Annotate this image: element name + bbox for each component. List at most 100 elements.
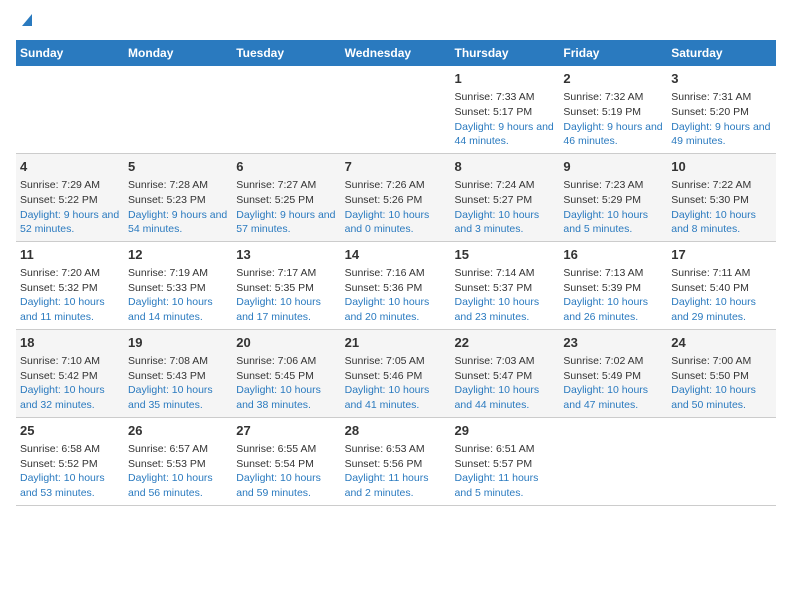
calendar-cell: 22Sunrise: 7:03 AMSunset: 5:47 PMDayligh… <box>451 329 560 417</box>
calendar-cell: 13 Sunrise: 7:17 AMSunset: 5:35 PMDayligh… <box>232 241 340 329</box>
day-info: Sunrise: 7:02 AMSunset: 5:49 PMDaylight:… <box>563 354 663 413</box>
calendar-cell: 3 Sunrise: 7:31 AMSunset: 5:20 PMDaylight… <box>667 66 776 153</box>
calendar-cell: 8 Sunrise: 7:24 AMSunset: 5:27 PMDaylight… <box>451 153 560 241</box>
column-header-saturday: Saturday <box>667 40 776 66</box>
calendar-cell: 1Sunrise: 7:33 AMSunset: 5:17 PMDaylight… <box>451 66 560 153</box>
day-info: Sunrise: 7:26 AMSunset: 5:26 PMDaylight:… <box>345 178 447 237</box>
day-info: Sunrise: 6:57 AMSunset: 5:53 PMDaylight:… <box>128 442 228 501</box>
calendar-cell <box>341 66 451 153</box>
calendar-cell: 26 Sunrise: 6:57 AMSunset: 5:53 PMDayligh… <box>124 417 232 505</box>
day-number: 20 <box>236 334 336 352</box>
column-header-tuesday: Tuesday <box>232 40 340 66</box>
logo <box>16 16 34 28</box>
day-number: 13 <box>236 246 336 264</box>
column-header-thursday: Thursday <box>451 40 560 66</box>
day-info: Sunrise: 6:53 AMSunset: 5:56 PMDaylight:… <box>345 442 447 501</box>
day-info: Sunrise: 7:10 AMSunset: 5:42 PMDaylight:… <box>20 354 120 413</box>
day-number: 25 <box>20 422 120 440</box>
day-number: 3 <box>671 70 772 88</box>
calendar-cell: 17 Sunrise: 7:11 AMSunset: 5:40 PMDayligh… <box>667 241 776 329</box>
day-number: 14 <box>345 246 447 264</box>
day-number: 7 <box>345 158 447 176</box>
day-number: 19 <box>128 334 228 352</box>
logo-triangle-icon <box>18 12 34 28</box>
day-number: 10 <box>671 158 772 176</box>
day-number: 23 <box>563 334 663 352</box>
calendar-week-row: 18 Sunrise: 7:10 AMSunset: 5:42 PMDayligh… <box>16 329 776 417</box>
day-number: 21 <box>345 334 447 352</box>
calendar-cell: 14 Sunrise: 7:16 AMSunset: 5:36 PMDayligh… <box>341 241 451 329</box>
calendar-cell <box>124 66 232 153</box>
calendar-cell: 21 Sunrise: 7:05 AMSunset: 5:46 PMDayligh… <box>341 329 451 417</box>
column-header-sunday: Sunday <box>16 40 124 66</box>
day-info: Sunrise: 7:32 AMSunset: 5:19 PMDaylight:… <box>563 90 663 149</box>
day-number: 5 <box>128 158 228 176</box>
calendar-cell: 6 Sunrise: 7:27 AMSunset: 5:25 PMDaylight… <box>232 153 340 241</box>
calendar-cell: 4 Sunrise: 7:29 AMSunset: 5:22 PMDaylight… <box>16 153 124 241</box>
day-number: 29 <box>455 422 556 440</box>
calendar-table: SundayMondayTuesdayWednesdayThursdayFrid… <box>16 40 776 506</box>
calendar-cell: 11 Sunrise: 7:20 AMSunset: 5:32 PMDayligh… <box>16 241 124 329</box>
column-header-wednesday: Wednesday <box>341 40 451 66</box>
calendar-cell: 29 Sunrise: 6:51 AMSunset: 5:57 PMDayligh… <box>451 417 560 505</box>
day-number: 4 <box>20 158 120 176</box>
calendar-cell: 28 Sunrise: 6:53 AMSunset: 5:56 PMDayligh… <box>341 417 451 505</box>
day-number: 15 <box>455 246 556 264</box>
day-number: 11 <box>20 246 120 264</box>
calendar-cell: 25 Sunrise: 6:58 AMSunset: 5:52 PMDayligh… <box>16 417 124 505</box>
day-number: 26 <box>128 422 228 440</box>
calendar-week-row: 4 Sunrise: 7:29 AMSunset: 5:22 PMDaylight… <box>16 153 776 241</box>
calendar-cell <box>559 417 667 505</box>
calendar-cell: 18 Sunrise: 7:10 AMSunset: 5:42 PMDayligh… <box>16 329 124 417</box>
day-number: 2 <box>563 70 663 88</box>
day-number: 8 <box>455 158 556 176</box>
day-info: Sunrise: 6:51 AMSunset: 5:57 PMDaylight:… <box>455 442 556 501</box>
calendar-cell <box>232 66 340 153</box>
calendar-cell: 19 Sunrise: 7:08 AMSunset: 5:43 PMDayligh… <box>124 329 232 417</box>
day-info: Sunrise: 7:08 AMSunset: 5:43 PMDaylight:… <box>128 354 228 413</box>
calendar-cell: 10Sunrise: 7:22 AMSunset: 5:30 PMDayligh… <box>667 153 776 241</box>
day-info: Sunrise: 7:31 AMSunset: 5:20 PMDaylight:… <box>671 90 772 149</box>
calendar-week-row: 11 Sunrise: 7:20 AMSunset: 5:32 PMDayligh… <box>16 241 776 329</box>
calendar-cell: 23 Sunrise: 7:02 AMSunset: 5:49 PMDayligh… <box>559 329 667 417</box>
day-number: 6 <box>236 158 336 176</box>
day-info: Sunrise: 7:28 AMSunset: 5:23 PMDaylight:… <box>128 178 228 237</box>
day-number: 27 <box>236 422 336 440</box>
calendar-cell: 9 Sunrise: 7:23 AMSunset: 5:29 PMDaylight… <box>559 153 667 241</box>
day-info: Sunrise: 7:11 AMSunset: 5:40 PMDaylight:… <box>671 266 772 325</box>
day-number: 17 <box>671 246 772 264</box>
day-info: Sunrise: 7:17 AMSunset: 5:35 PMDaylight:… <box>236 266 336 325</box>
day-info: Sunrise: 6:58 AMSunset: 5:52 PMDaylight:… <box>20 442 120 501</box>
day-info: Sunrise: 7:16 AMSunset: 5:36 PMDaylight:… <box>345 266 447 325</box>
day-info: Sunrise: 7:27 AMSunset: 5:25 PMDaylight:… <box>236 178 336 237</box>
calendar-week-row: 25 Sunrise: 6:58 AMSunset: 5:52 PMDayligh… <box>16 417 776 505</box>
column-header-monday: Monday <box>124 40 232 66</box>
day-info: Sunrise: 7:29 AMSunset: 5:22 PMDaylight:… <box>20 178 120 237</box>
day-info: Sunrise: 7:13 AMSunset: 5:39 PMDaylight:… <box>563 266 663 325</box>
day-number: 18 <box>20 334 120 352</box>
calendar-cell: 27Sunrise: 6:55 AMSunset: 5:54 PMDayligh… <box>232 417 340 505</box>
day-info: Sunrise: 7:20 AMSunset: 5:32 PMDaylight:… <box>20 266 120 325</box>
day-info: Sunrise: 7:23 AMSunset: 5:29 PMDaylight:… <box>563 178 663 237</box>
page-header <box>16 16 776 28</box>
calendar-cell: 5 Sunrise: 7:28 AMSunset: 5:23 PMDaylight… <box>124 153 232 241</box>
calendar-cell <box>667 417 776 505</box>
day-number: 16 <box>563 246 663 264</box>
calendar-header-row: SundayMondayTuesdayWednesdayThursdayFrid… <box>16 40 776 66</box>
day-number: 28 <box>345 422 447 440</box>
calendar-cell <box>16 66 124 153</box>
day-info: Sunrise: 7:33 AMSunset: 5:17 PMDaylight:… <box>455 90 556 149</box>
calendar-cell: 16 Sunrise: 7:13 AMSunset: 5:39 PMDayligh… <box>559 241 667 329</box>
day-number: 12 <box>128 246 228 264</box>
day-info: Sunrise: 7:24 AMSunset: 5:27 PMDaylight:… <box>455 178 556 237</box>
day-info: Sunrise: 7:05 AMSunset: 5:46 PMDaylight:… <box>345 354 447 413</box>
day-info: Sunrise: 7:00 AMSunset: 5:50 PMDaylight:… <box>671 354 772 413</box>
calendar-cell: 12 Sunrise: 7:19 AMSunset: 5:33 PMDayligh… <box>124 241 232 329</box>
calendar-cell: 20Sunrise: 7:06 AMSunset: 5:45 PMDayligh… <box>232 329 340 417</box>
day-number: 22 <box>455 334 556 352</box>
calendar-cell: 7 Sunrise: 7:26 AMSunset: 5:26 PMDaylight… <box>341 153 451 241</box>
day-number: 9 <box>563 158 663 176</box>
day-info: Sunrise: 7:19 AMSunset: 5:33 PMDaylight:… <box>128 266 228 325</box>
column-header-friday: Friday <box>559 40 667 66</box>
day-info: Sunrise: 7:14 AMSunset: 5:37 PMDaylight:… <box>455 266 556 325</box>
